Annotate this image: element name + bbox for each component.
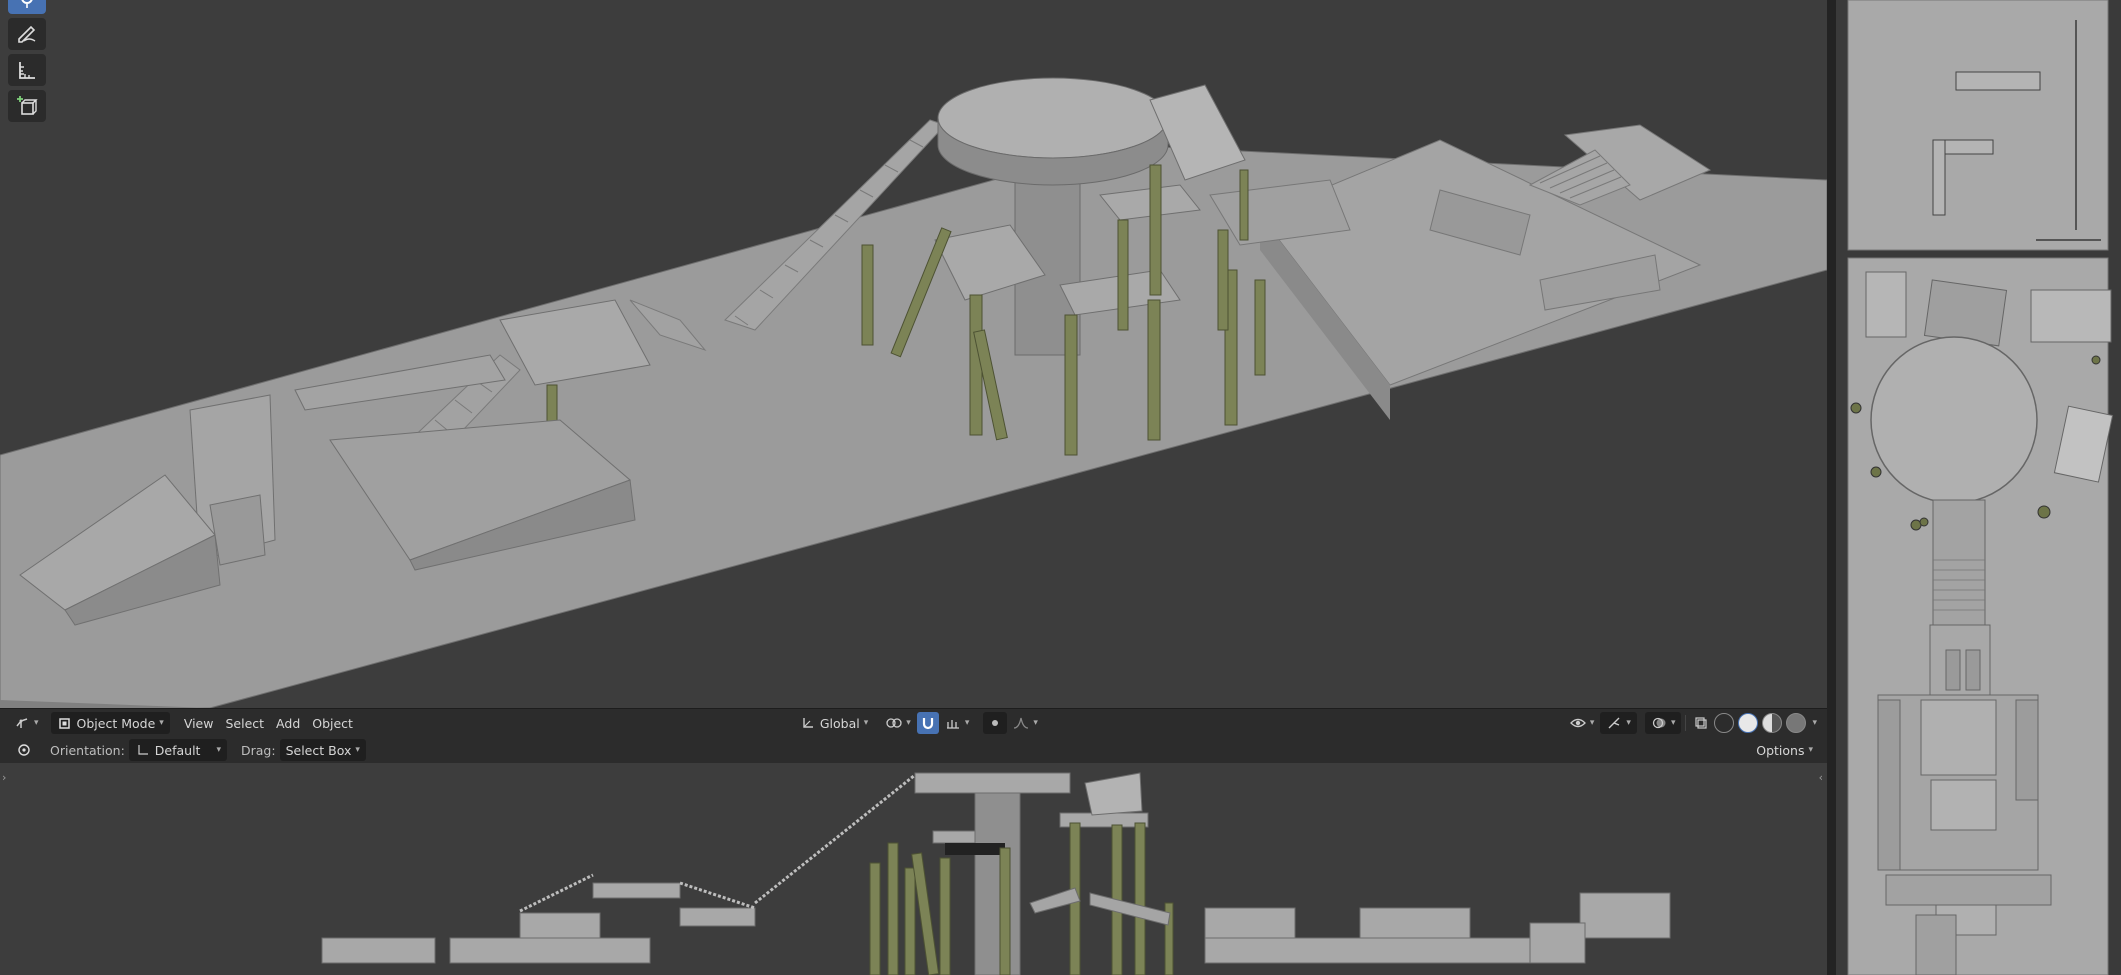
3d-viewport-icon bbox=[14, 715, 30, 731]
side-view-scene-render bbox=[321, 772, 1671, 975]
top-view-scene-render bbox=[1847, 0, 2114, 975]
gizmo-icon bbox=[1606, 715, 1622, 731]
menu-add[interactable]: Add bbox=[270, 712, 306, 734]
chevron-down-icon: ▾ bbox=[964, 718, 970, 728]
material-preview-shading-button[interactable] bbox=[1762, 713, 1783, 733]
tool-settings-bar: Orientation: Default ▾ Drag: Select Box … bbox=[0, 737, 1827, 763]
perspective-scene-render bbox=[0, 77, 1827, 708]
chevron-down-icon: ▾ bbox=[863, 718, 869, 728]
proportional-edit-icon bbox=[987, 715, 1003, 731]
object-mode-icon bbox=[57, 715, 73, 731]
menu-select[interactable]: Select bbox=[219, 712, 270, 734]
overlay-icon bbox=[1651, 715, 1667, 731]
mode-label: Object Mode bbox=[76, 715, 156, 731]
menu-view[interactable]: View bbox=[178, 712, 220, 734]
orientation-axes-icon bbox=[135, 742, 151, 758]
drag-field-label: Drag: bbox=[241, 742, 276, 758]
chevron-down-icon: ▾ bbox=[1808, 745, 1813, 755]
add-cube-icon bbox=[17, 96, 38, 115]
pivot-point-icon bbox=[886, 715, 902, 731]
wireframe-shading-button[interactable] bbox=[1714, 713, 1735, 733]
chevron-down-icon: ▾ bbox=[1626, 718, 1631, 728]
chevron-down-icon: ▾ bbox=[1589, 718, 1595, 728]
annotate-pencil-icon bbox=[18, 25, 36, 43]
chevron-down-icon: ▾ bbox=[216, 745, 221, 755]
chevron-down-icon[interactable]: ▾ bbox=[1812, 718, 1817, 728]
visibility-eye-icon bbox=[1569, 715, 1586, 731]
drag-value: Select Box bbox=[285, 742, 352, 758]
snap-target-dropdown[interactable]: ▾ bbox=[939, 712, 976, 734]
top-view-viewport[interactable] bbox=[1836, 0, 2121, 975]
rendered-shading-button[interactable] bbox=[1786, 713, 1807, 733]
select-box-icon bbox=[21, 0, 33, 8]
drag-dropdown[interactable]: Select Box ▾ bbox=[279, 739, 366, 761]
bottom-3d-viewport[interactable]: ▾ Object Mode ▾ View Select Add Object G… bbox=[0, 709, 1827, 975]
transform-orientation-dropdown[interactable]: Global ▾ bbox=[794, 712, 874, 734]
snap-toggle[interactable] bbox=[916, 712, 939, 734]
header-separator bbox=[1685, 715, 1687, 731]
chevron-down-icon: ▾ bbox=[1033, 718, 1038, 728]
solid-shading-button[interactable] bbox=[1738, 713, 1759, 733]
select-tool-icon bbox=[16, 742, 32, 758]
snap-magnet-icon bbox=[920, 715, 936, 731]
orientation-value: Default bbox=[154, 742, 201, 758]
chevron-down-icon: ▾ bbox=[34, 718, 39, 728]
chevron-down-icon: ▾ bbox=[1670, 718, 1676, 728]
options-label: Options bbox=[1756, 742, 1805, 758]
measure-ruler-icon bbox=[19, 62, 35, 79]
select-box-tool[interactable] bbox=[8, 0, 46, 14]
chevron-down-icon: ▾ bbox=[906, 718, 911, 728]
falloff-curve-icon bbox=[1013, 715, 1029, 731]
tool-shelf bbox=[8, 0, 48, 126]
options-dropdown[interactable]: Options ▾ bbox=[1750, 739, 1819, 761]
orientation-label: Global bbox=[819, 715, 860, 731]
gizmo-toggle[interactable]: ▾ bbox=[1600, 712, 1637, 734]
overlay-toggle[interactable]: ▾ bbox=[1644, 712, 1682, 734]
xray-icon bbox=[1693, 715, 1709, 731]
area-divider[interactable] bbox=[1827, 0, 1836, 975]
orientation-field-label: Orientation: bbox=[50, 742, 125, 758]
snap-increment-icon bbox=[945, 715, 961, 731]
orientation-dropdown[interactable]: Default ▾ bbox=[128, 739, 227, 761]
orientation-axes-icon bbox=[800, 715, 816, 731]
annotate-tool[interactable] bbox=[8, 18, 46, 50]
chevron-down-icon: ▾ bbox=[159, 718, 164, 728]
mode-dropdown[interactable]: Object Mode ▾ bbox=[50, 712, 170, 734]
xray-toggle[interactable] bbox=[1690, 712, 1712, 734]
menu-object[interactable]: Object bbox=[306, 712, 359, 734]
visibility-dropdown[interactable]: ▾ bbox=[1564, 712, 1601, 734]
pivot-point-dropdown[interactable]: ▾ bbox=[880, 712, 917, 734]
editor-type-button[interactable]: ▾ bbox=[8, 712, 45, 734]
chevron-down-icon: ▾ bbox=[355, 745, 360, 755]
measure-tool[interactable] bbox=[8, 54, 46, 86]
main-3d-viewport[interactable] bbox=[0, 0, 1827, 708]
falloff-dropdown[interactable]: ▾ bbox=[1007, 712, 1044, 734]
proportional-edit-toggle[interactable] bbox=[983, 712, 1008, 734]
add-cube-tool[interactable] bbox=[8, 90, 46, 122]
viewport-header: ▾ Object Mode ▾ View Select Add Object G… bbox=[0, 709, 1827, 737]
